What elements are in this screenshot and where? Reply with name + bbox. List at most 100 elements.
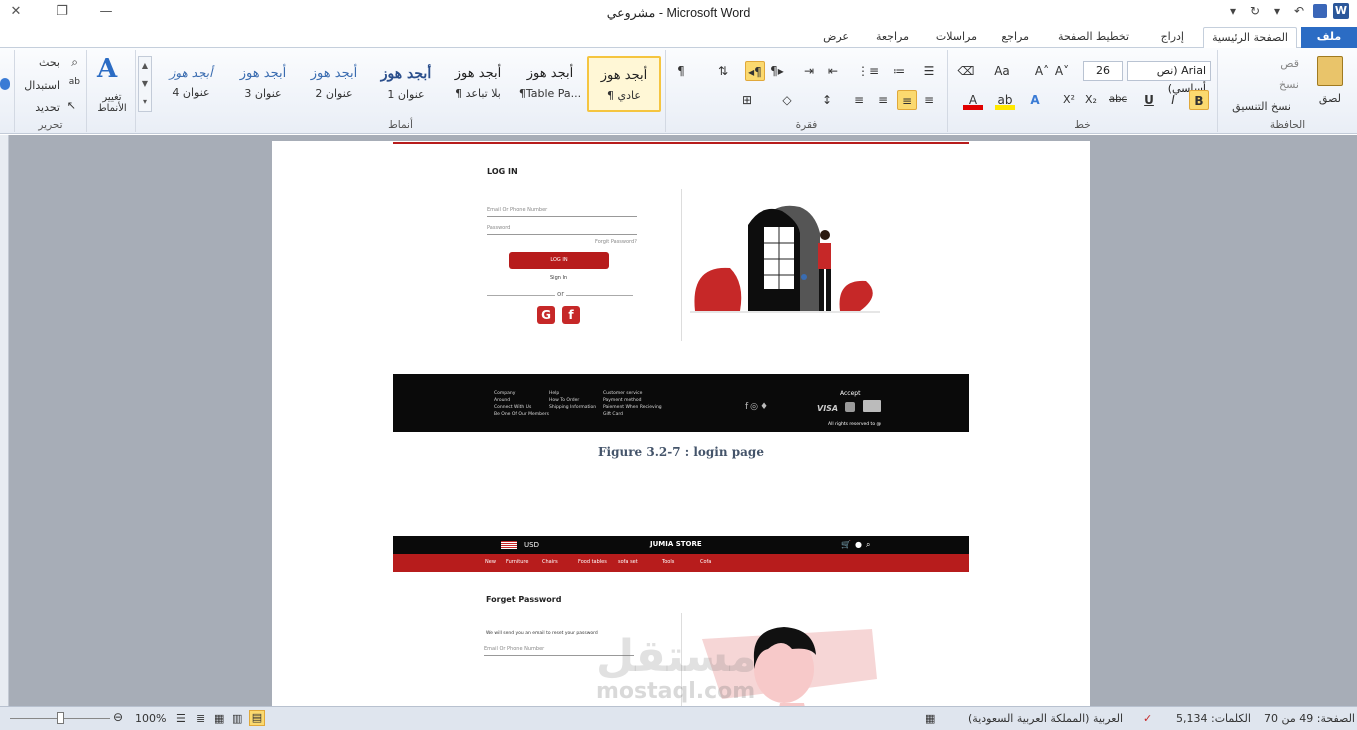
editing-group: بحث ⌕ استبدال ab تحديد ↖ تحرير (14, 50, 86, 132)
tab-page-layout[interactable]: تخطيط الصفحة (1050, 27, 1137, 48)
paste-button[interactable]: لصق (1319, 92, 1341, 105)
facebook-icon: f (562, 306, 580, 324)
document-page[interactable]: LOG IN Email Or Phone Number Password Fo… (272, 141, 1090, 706)
help-icon[interactable] (0, 78, 10, 90)
font-size-combo[interactable]: 26 (1083, 61, 1123, 81)
quick-access-toolbar: ▾ ↻ ▾ ↶ W (1225, 3, 1349, 19)
store-menu: New Furniture Chairs Food tables sofa se… (393, 554, 969, 572)
tab-mailings[interactable]: مراسلات (928, 27, 985, 48)
text-effects-icon[interactable]: A (1025, 90, 1045, 110)
line-spacing-icon[interactable]: ↕ (817, 90, 837, 110)
login-button: LOG IN (509, 252, 609, 269)
style-heading-2[interactable]: أبجد هوز عنوان 2 (297, 56, 371, 112)
page-number[interactable]: الصفحة: 49 من 70 (1264, 712, 1355, 725)
top-red-line (393, 142, 969, 144)
language-status[interactable]: العربية (المملكة العربية السعودية) (968, 712, 1123, 725)
zoom-out-icon[interactable]: ⊖ (113, 710, 123, 724)
customize-qat-icon[interactable]: ▾ (1225, 4, 1241, 18)
view-outline-icon[interactable]: ≣ (196, 712, 205, 725)
document-workspace[interactable]: LOG IN Email Or Phone Number Password Fo… (0, 135, 1357, 706)
style-heading-1[interactable]: أبجد هوز عنوان 1 (369, 56, 443, 112)
align-left-icon[interactable]: ≡ (873, 90, 893, 110)
view-print-layout-icon[interactable]: ▤ (249, 710, 265, 726)
underline-button[interactable]: U (1139, 90, 1159, 110)
styles-scroll[interactable]: ▲ ▼ ▾ (138, 56, 152, 112)
style-heading-3[interactable]: أبجد هوز عنوان 3 (226, 56, 300, 112)
style-normal[interactable]: أبجد هوز ¶ عادي (587, 56, 661, 112)
bold-button[interactable]: B (1189, 90, 1209, 110)
replace-button[interactable]: استبدال (24, 79, 60, 92)
tab-file[interactable]: ملف (1301, 27, 1357, 48)
borders-icon[interactable]: ⊞ (737, 90, 757, 110)
subscript-button[interactable]: X₂ (1081, 90, 1101, 110)
or-text: or (555, 290, 567, 298)
highlight-icon[interactable]: ab (995, 90, 1015, 110)
grow-font-icon[interactable]: A˄ (1032, 61, 1052, 81)
tab-references[interactable]: مراجع (993, 27, 1037, 48)
footer-column-3: Customer service Payment method Paiement… (603, 391, 662, 417)
decrease-indent-icon[interactable]: ⇤ (823, 61, 843, 81)
sign-in-link: Sign In (550, 275, 568, 281)
tab-review[interactable]: مراجعة (868, 27, 917, 48)
shading-icon[interactable]: ◇ (777, 90, 797, 110)
select-button[interactable]: تحديد (35, 101, 60, 114)
change-styles-icon[interactable]: A (97, 54, 117, 84)
store-brand: JUMIA STORE (650, 540, 702, 548)
undo-arrow-icon[interactable]: ▾ (1269, 4, 1285, 18)
status-bar: ⊖ 100% ☰ ≣ ▦ ▥ ▤ ▦ العربية (المملكة العر… (0, 706, 1357, 730)
tab-insert[interactable]: إدراج (1153, 27, 1192, 48)
superscript-button[interactable]: X² (1059, 90, 1079, 110)
accept-label: Accept (840, 390, 861, 397)
word-count[interactable]: الكلمات: 5,134 (1176, 712, 1251, 725)
view-web-icon[interactable]: ▦ (214, 712, 224, 725)
font-name-combo[interactable]: Arial (نص أساسي) (1127, 61, 1211, 95)
change-styles-button[interactable]: تغيير الأنماط (91, 92, 133, 114)
shrink-font-icon[interactable]: A˅ (1052, 61, 1072, 81)
save-icon[interactable] (1313, 4, 1327, 18)
numbering-icon[interactable]: ≔ (889, 61, 909, 81)
format-painter-button[interactable]: نسخ التنسيق (1232, 100, 1291, 113)
style-heading-4[interactable]: أبجد هوز عنوان 4 (154, 56, 228, 112)
tab-home[interactable]: الصفحة الرئيسية (1203, 27, 1297, 48)
cut-button[interactable]: قص (1280, 57, 1299, 70)
proofing-icon[interactable]: ✓ (1143, 712, 1152, 725)
macro-icon[interactable]: ▦ (925, 712, 935, 725)
italic-button[interactable]: I (1163, 90, 1183, 110)
repeat-icon[interactable]: ↻ (1247, 4, 1263, 18)
tab-view[interactable]: عرض (815, 27, 857, 48)
style-no-spacing[interactable]: أبجد هوز ¶ بلا تباعد (441, 56, 515, 112)
styles-group: أبجد هوز ¶ عادي أبجد هوز ¶Table Pa... أب… (135, 50, 665, 132)
ltr-direction-icon[interactable]: ¶▸ (767, 61, 787, 81)
font-group: Arial (نص أساسي) 26 A˅ A˄ Aa ⌫ B I U abc… (947, 50, 1217, 132)
zoom-thumb[interactable] (57, 712, 64, 724)
view-draft-icon[interactable]: ☰ (176, 712, 186, 725)
show-formatting-icon[interactable]: ¶ (671, 61, 691, 81)
font-color-icon[interactable]: A (963, 90, 983, 110)
align-right-icon[interactable]: ≡ (919, 90, 939, 110)
paste-icon[interactable] (1317, 56, 1343, 86)
replace-icon: ab (68, 77, 80, 87)
clear-format-icon[interactable]: ⌫ (956, 61, 976, 81)
align-center-icon[interactable]: ≡ (897, 90, 917, 110)
style-table-paragraph[interactable]: أبجد هوز ¶Table Pa... (513, 56, 587, 112)
editing-group-label: تحرير (38, 119, 63, 131)
copy-button[interactable]: نسخ (1279, 78, 1299, 91)
strikethrough-button[interactable]: abc (1105, 90, 1131, 110)
ribbon-tabs: ملف الصفحة الرئيسية إدراج تخطيط الصفحة م… (0, 26, 1357, 48)
sort-icon[interactable]: ⇅ (713, 61, 733, 81)
find-button[interactable]: بحث (39, 56, 60, 69)
nav-icons: 🛒●⌕ (841, 540, 875, 549)
rtl-direction-icon[interactable]: ◂¶ (745, 61, 765, 81)
increase-indent-icon[interactable]: ⇥ (799, 61, 819, 81)
vertical-ruler (0, 135, 9, 706)
undo-icon[interactable]: ↶ (1291, 4, 1307, 18)
change-case-icon[interactable]: Aa (992, 61, 1012, 81)
justify-icon[interactable]: ≡ (849, 90, 869, 110)
multilevel-list-icon[interactable]: ⋮≡ (857, 61, 879, 81)
view-reading-icon[interactable]: ▥ (232, 712, 242, 725)
zoom-level[interactable]: 100% (135, 712, 166, 725)
bullets-icon[interactable]: ☰ (919, 61, 939, 81)
currency-label: USD (524, 541, 539, 549)
paragraph-group: ☰ ≔ ⋮≡ ⇤ ⇥ ¶▸ ◂¶ ⇅ ¶ ≡ ≡ ≡ ≡ ↕ ◇ ⊞ فقرة (665, 50, 947, 132)
footer-column-1: Company Around Connect With Us Be One Of… (494, 391, 549, 417)
